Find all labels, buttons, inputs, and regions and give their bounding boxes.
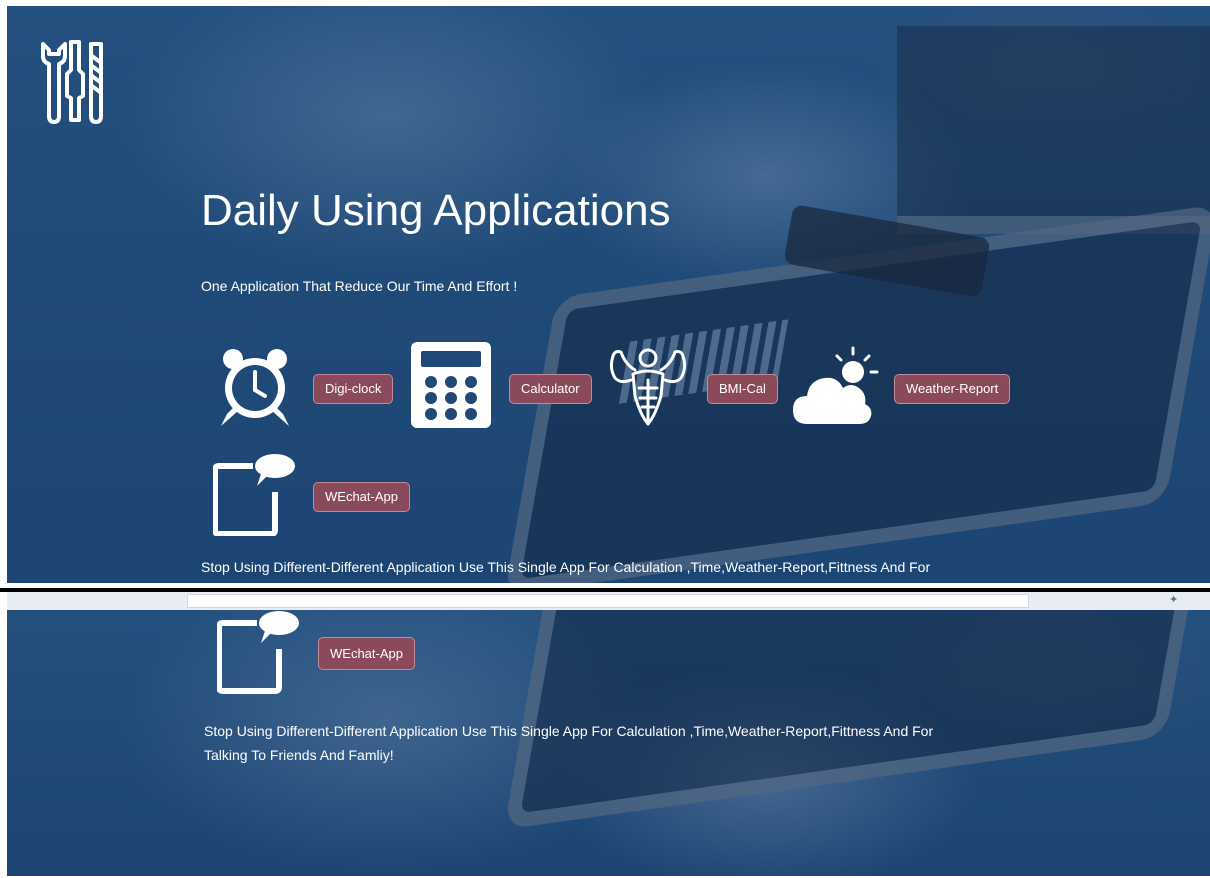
page-subtitle: One Application That Reduce Our Time And… [201,278,518,294]
description-line-1: Stop Using Different-Different Applicati… [201,559,931,575]
wechat-app-button[interactable]: WEchat-App [313,482,410,512]
chat-tablet-icon [217,611,299,694]
calculator-icon [411,342,491,428]
description-text: Stop Using Different-Different Applicati… [204,719,933,767]
bmi-cal-button[interactable]: BMI-Cal [707,374,778,404]
description-line-2: Talking To Friends And Famliy! [204,747,394,763]
landing-screenshot-top: Daily Using Applications One Application… [7,6,1210,583]
description-line-1: Stop Using Different-Different Applicati… [204,723,934,739]
chat-tablet-icon [213,454,295,536]
weather-report-button[interactable]: Weather-Report [894,374,1011,404]
landing-screenshot-bottom: WEchat-App Stop Using Different-Differen… [7,610,1210,876]
page-title: Daily Using Applications [201,186,671,235]
browser-bar: ✦ [7,592,1210,610]
extension-icon[interactable]: ✦ [1169,593,1178,606]
alarm-clock-icon [221,349,289,426]
calculator-button[interactable]: Calculator [509,374,592,404]
background-laptop [897,26,1210,234]
tools-icon [41,40,103,124]
bodybuilder-icon [609,348,687,426]
wechat-app-button[interactable]: WEchat-App [318,637,415,670]
digi-clock-button[interactable]: Digi-clock [313,374,394,404]
cloud-sun-icon [793,346,879,424]
address-bar[interactable] [187,594,1029,608]
